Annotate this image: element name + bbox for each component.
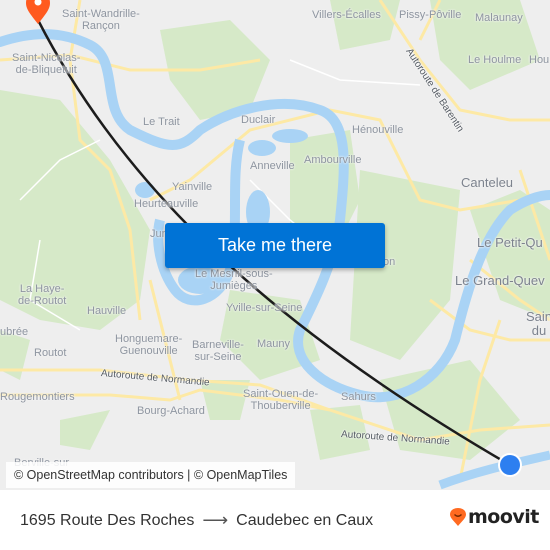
place-label: Saint-Nicolas-de-Bliquetuit bbox=[12, 52, 81, 76]
place-label: Le Mesnil-sous- Jumièges bbox=[195, 268, 273, 292]
destination-dot-icon[interactable] bbox=[498, 453, 522, 477]
place-label: Routot bbox=[34, 347, 67, 359]
place-label: Pissy-Pôville bbox=[399, 9, 462, 21]
place-label: Honguemare- Guenouville bbox=[115, 333, 183, 357]
place-label: Barneville-sur-Seine bbox=[192, 339, 244, 363]
take-me-there-button[interactable]: Take me there bbox=[165, 223, 385, 268]
place-label: Yville-sur-Seine bbox=[226, 302, 303, 314]
place-label: Le Trait bbox=[143, 116, 180, 128]
place-label: Le Grand-Quev bbox=[455, 273, 545, 288]
place-label: Heurteauville bbox=[134, 198, 199, 210]
origin-name: 1695 Route Des Roches bbox=[20, 511, 195, 529]
place-label: Le Houlme bbox=[468, 54, 522, 66]
place-label: Duclair bbox=[241, 114, 276, 126]
place-label: Saint-Wandrille- Rançon bbox=[62, 8, 140, 32]
destination-name: Caudebec en Caux bbox=[236, 511, 374, 529]
place-label: Hauville bbox=[87, 305, 127, 317]
place-label: Villers-Écalles bbox=[312, 9, 381, 21]
place-label: Hénouville bbox=[352, 124, 404, 136]
arrow-right-icon: ⟶ bbox=[202, 510, 229, 530]
moovit-pin-icon bbox=[450, 508, 466, 526]
place-label: ubrée bbox=[0, 326, 29, 338]
route-summary: 1695 Route Des Roches ⟶ Caudebec en Caux bbox=[20, 510, 373, 531]
place-label: Anneville bbox=[250, 160, 295, 172]
moovit-logo[interactable]: moovit bbox=[450, 506, 539, 528]
place-label: Malaunay bbox=[475, 12, 523, 24]
map-attribution[interactable]: © OpenStreetMap contributors | © OpenMap… bbox=[6, 462, 296, 488]
place-label: Ambourville bbox=[304, 154, 362, 166]
place-label: Saint-Ouen-de- Thouberville bbox=[243, 388, 319, 412]
map-view[interactable]: Saint-Wandrille- Rançon Villers-Écalles P… bbox=[0, 0, 550, 490]
place-label: Rougemontiers bbox=[0, 391, 75, 403]
place-label: Le Petit-Qu bbox=[477, 235, 543, 250]
origin-pin-icon[interactable] bbox=[26, 0, 50, 24]
place-label: Canteleu bbox=[461, 175, 514, 190]
place-label: La Haye-de-Routot bbox=[18, 283, 67, 307]
moovit-wordmark: moovit bbox=[468, 506, 539, 528]
place-label: Yainville bbox=[172, 181, 213, 193]
place-label: Sain du bbox=[526, 309, 550, 338]
seine-south bbox=[438, 450, 550, 490]
place-label: Mauny bbox=[257, 338, 291, 350]
place-label: Hou bbox=[529, 54, 550, 66]
place-label: Bourg-Achard bbox=[137, 405, 205, 417]
place-label: Sahurs bbox=[341, 391, 376, 403]
